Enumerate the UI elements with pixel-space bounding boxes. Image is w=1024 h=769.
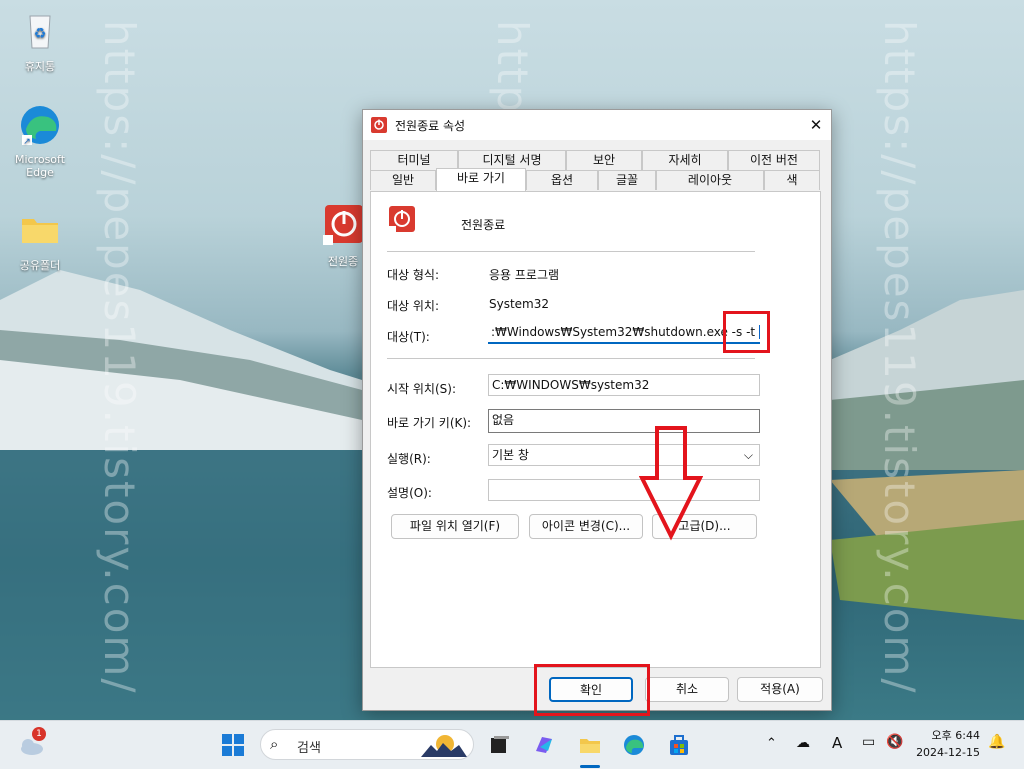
target-location-value: System32 — [489, 297, 550, 311]
target-input[interactable]: :₩Windows₩System32₩shutdown.exe -s -t360… — [488, 322, 760, 344]
chevron-down-icon: ⌵ — [743, 448, 753, 462]
target-input-text: :₩Windows₩System32₩shutdown.exe -s -t — [491, 325, 756, 339]
divider — [387, 251, 755, 252]
desktop-icon-label: 휴지통 — [24, 60, 56, 73]
target-location-label: 대상 위치: — [387, 299, 440, 313]
weather-widget[interactable]: 1 — [18, 727, 48, 759]
copilot-icon[interactable] — [532, 733, 556, 757]
properties-dialog: 전원종료 속성 ✕ 터미널 디지털 서명 보안 자세히 이전 버전 일반 바로 … — [362, 109, 832, 716]
cloud-sync-icon[interactable]: ☁ — [796, 735, 810, 751]
tab-strip: 터미널 디지털 서명 보안 자세히 이전 버전 일반 바로 가기 옵션 글꼴 레… — [370, 150, 820, 191]
speaker-muted-icon[interactable]: 🔇 — [886, 734, 903, 750]
highlight-box — [534, 664, 650, 716]
watermark: https://pepes119.tistory.com/ — [875, 20, 924, 695]
divider — [387, 358, 755, 359]
tab-details[interactable]: 자세히 — [642, 150, 728, 170]
target-label: 대상(T): — [387, 330, 430, 344]
tab-layout[interactable]: 레이아웃 — [656, 170, 764, 190]
tab-colors[interactable]: 색 — [764, 170, 820, 190]
shortcut-panel: 전원종료 대상 형식: 응용 프로그램 대상 위치: System32 대상(T… — [370, 191, 821, 668]
shortcut-name: 전원종료 — [461, 218, 506, 232]
watermark: https://pepes119.tistory.com/ — [95, 20, 144, 695]
file-explorer-icon[interactable] — [578, 733, 602, 757]
search-icon: ⌕ — [270, 735, 279, 753]
run-select[interactable]: 기본 창 ⌵ — [488, 444, 760, 466]
edge-icon: ↗ — [21, 106, 59, 147]
chevron-up-icon[interactable]: ⌃ — [766, 736, 777, 751]
hotkey-input[interactable]: 없음 — [488, 409, 760, 433]
notification-bell-icon[interactable]: 🔔 — [988, 734, 1005, 750]
edge-icon[interactable] — [622, 733, 646, 757]
apply-button[interactable]: 적용(A) — [737, 677, 823, 702]
run-select-value: 기본 창 — [492, 448, 529, 462]
svg-text:♻: ♻ — [34, 26, 47, 42]
clock-time: 오후 6:44 — [931, 729, 980, 742]
change-icon-button[interactable]: 아이콘 변경(C)... — [529, 514, 643, 539]
desktop-icon-shared-folder[interactable]: 공유폴더 — [8, 207, 72, 273]
tab-row-1: 터미널 디지털 서명 보안 자세히 이전 버전 — [370, 150, 820, 170]
task-view-icon[interactable] — [488, 733, 512, 757]
network-icon[interactable]: ▭ — [862, 734, 875, 750]
tab-options[interactable]: 옵션 — [526, 170, 598, 190]
desktop-icon-label: 전원종 — [327, 255, 359, 268]
svg-text:↗: ↗ — [23, 137, 31, 147]
hotkey-label: 바로 가기 키(K): — [387, 416, 472, 430]
target-type-label: 대상 형식: — [387, 268, 440, 282]
tab-terminal[interactable]: 터미널 — [370, 150, 458, 170]
run-label: 실행(R): — [387, 452, 431, 466]
comment-input[interactable] — [488, 479, 760, 501]
close-icon[interactable]: ✕ — [801, 116, 831, 134]
tab-shortcut[interactable]: 바로 가기 — [436, 168, 526, 191]
search-placeholder: 검색 — [297, 741, 321, 756]
windows-start-icon[interactable] — [221, 733, 245, 757]
tab-general[interactable]: 일반 — [370, 170, 436, 190]
desktop-icon-edge[interactable]: ↗ Microsoft Edge — [8, 103, 72, 179]
power-icon — [323, 205, 363, 245]
target-type-value: 응용 프로그램 — [489, 268, 560, 282]
dialog-titlebar[interactable]: 전원종료 속성 ✕ — [363, 110, 831, 140]
clock-date: 2024-12-15 — [916, 746, 980, 759]
power-icon — [371, 117, 387, 133]
search-highlight-icon — [421, 735, 467, 757]
cancel-button[interactable]: 취소 — [645, 677, 729, 702]
recycle-bin-icon: ♻ — [29, 15, 51, 49]
power-icon — [387, 206, 415, 235]
tab-security[interactable]: 보안 — [566, 150, 642, 170]
desktop-icon-label: Microsoft Edge — [14, 153, 66, 179]
open-file-location-button[interactable]: 파일 위치 열기(F) — [391, 514, 519, 539]
clock[interactable]: 오후 6:44 2024-12-15 — [916, 727, 980, 761]
tab-previous-versions[interactable]: 이전 버전 — [728, 150, 820, 170]
taskbar-search[interactable]: ⌕ 검색 — [260, 729, 474, 760]
taskbar: 1 ⌕ 검색 ⌃ ☁ A ▭ 🔇 오후 6:44 2024-12-15 🔔 — [0, 720, 1024, 769]
notification-badge: 1 — [32, 727, 46, 741]
desktop-icon-shutdown[interactable]: 전원종 — [318, 203, 368, 269]
comment-label: 설명(O): — [387, 486, 432, 500]
tab-row-2: 일반 바로 가기 옵션 글꼴 레이아웃 색 — [370, 168, 820, 191]
dialog-title: 전원종료 속성 — [395, 118, 466, 133]
start-in-input[interactable]: C:₩WINDOWS₩system32 — [488, 374, 760, 396]
store-icon[interactable] — [667, 733, 691, 757]
desktop-icon-label: 공유폴더 — [19, 259, 61, 272]
tab-digital-signature[interactable]: 디지털 서명 — [458, 150, 566, 170]
ime-indicator[interactable]: A — [832, 734, 842, 752]
down-arrow-annotation — [639, 426, 703, 541]
desktop-icon-recycle-bin[interactable]: ♻ 휴지통 — [8, 8, 72, 74]
highlight-box — [723, 311, 770, 353]
start-in-label: 시작 위치(S): — [387, 382, 456, 396]
tab-font[interactable]: 글꼴 — [598, 170, 656, 190]
folder-icon — [22, 219, 58, 243]
